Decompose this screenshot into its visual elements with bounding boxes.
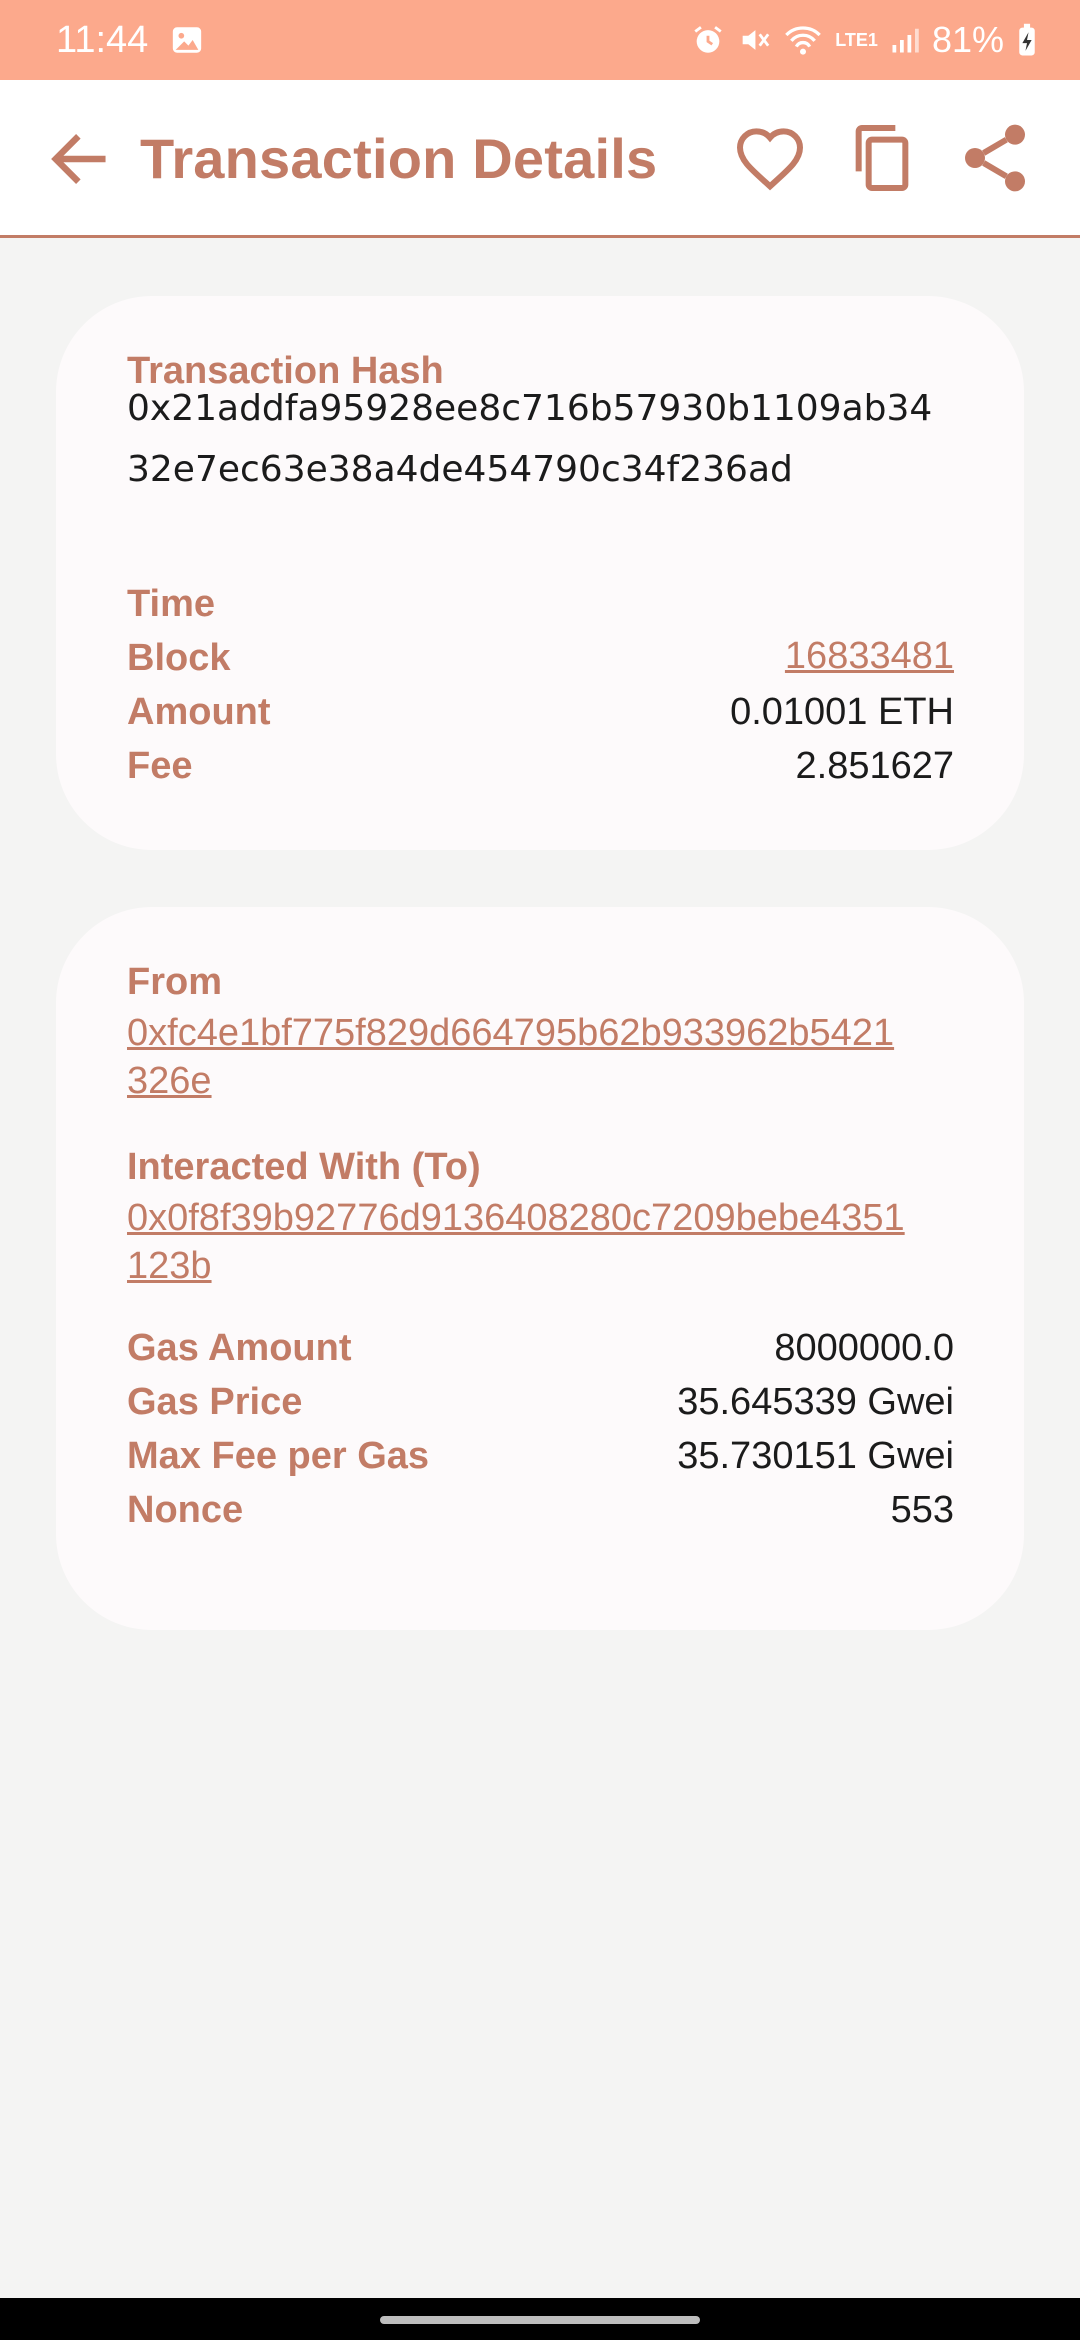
status-left: 11:44 xyxy=(56,19,204,62)
max-fee-value: 35.730151 Gwei xyxy=(677,1435,954,1477)
fee-label: Fee xyxy=(127,745,193,787)
share-icon xyxy=(965,124,1025,192)
gas-amount-label: Gas Amount xyxy=(127,1327,352,1369)
to-address-line-1[interactable]: 0x0f8f39b92776d9136408280c7209bebe4351 xyxy=(127,1194,957,1242)
from-address-line-1[interactable]: 0xfc4e1bf775f829d664795b62b933962b5421 xyxy=(127,1009,957,1057)
lte-icon: LTE1 xyxy=(835,30,878,50)
share-button[interactable] xyxy=(955,118,1035,198)
gas-price-value: 35.645339 Gwei xyxy=(677,1381,954,1423)
copy-icon xyxy=(855,125,909,191)
status-right: LTE1 81% xyxy=(691,19,1038,61)
fee-value: 2.851627 xyxy=(795,745,955,787)
app-bar: Transaction Details xyxy=(0,80,1080,238)
to-address-line-2[interactable]: 123b xyxy=(127,1242,957,1290)
wifi-icon xyxy=(783,23,823,57)
alarm-icon xyxy=(691,23,725,57)
max-fee-label: Max Fee per Gas xyxy=(127,1435,430,1477)
battery-charging-icon xyxy=(1016,23,1038,57)
gas-price-label: Gas Price xyxy=(127,1381,303,1423)
status-time: 11:44 xyxy=(56,18,149,61)
copy-button[interactable] xyxy=(842,118,922,198)
arrow-back-icon xyxy=(51,134,106,184)
status-bar: 11:44 LTE1 81% xyxy=(0,0,1080,80)
signal-icon xyxy=(890,25,920,55)
to-label: Interacted With (To) xyxy=(127,1146,481,1188)
home-gesture-handle[interactable] xyxy=(380,2316,700,2324)
amount-value: 0.01001 ETH xyxy=(730,691,954,733)
back-button[interactable] xyxy=(44,124,114,194)
battery-percent: 81% xyxy=(931,19,1004,60)
heart-icon xyxy=(736,128,804,191)
favorite-button[interactable] xyxy=(730,118,810,198)
gallery-notification-icon xyxy=(170,23,204,57)
system-nav-bar xyxy=(0,2298,1080,2340)
transaction-summary-card: Transaction Hash 0x21addfa95928ee8c716b5… xyxy=(56,296,1024,850)
amount-label: Amount xyxy=(127,691,271,733)
transaction-hash-line-1: 0x21addfa95928ee8c716b57930b1109ab34 xyxy=(127,388,933,429)
gas-amount-value: 8000000.0 xyxy=(774,1327,954,1369)
time-label: Time xyxy=(127,583,216,625)
nonce-label: Nonce xyxy=(127,1489,244,1531)
nonce-value: 553 xyxy=(890,1489,954,1531)
transaction-details-card: From 0xfc4e1bf775f829d664795b62b933962b5… xyxy=(56,907,1024,1630)
transaction-hash-line-2: 32e7ec63e38a4de454790c34f236ad xyxy=(127,449,793,490)
mute-icon xyxy=(737,23,771,57)
block-link[interactable]: 16833481 xyxy=(785,632,954,680)
from-address-line-2[interactable]: 326e xyxy=(127,1057,957,1105)
page-title: Transaction Details xyxy=(140,127,658,190)
from-label: From xyxy=(127,961,222,1003)
block-label: Block xyxy=(127,637,231,679)
